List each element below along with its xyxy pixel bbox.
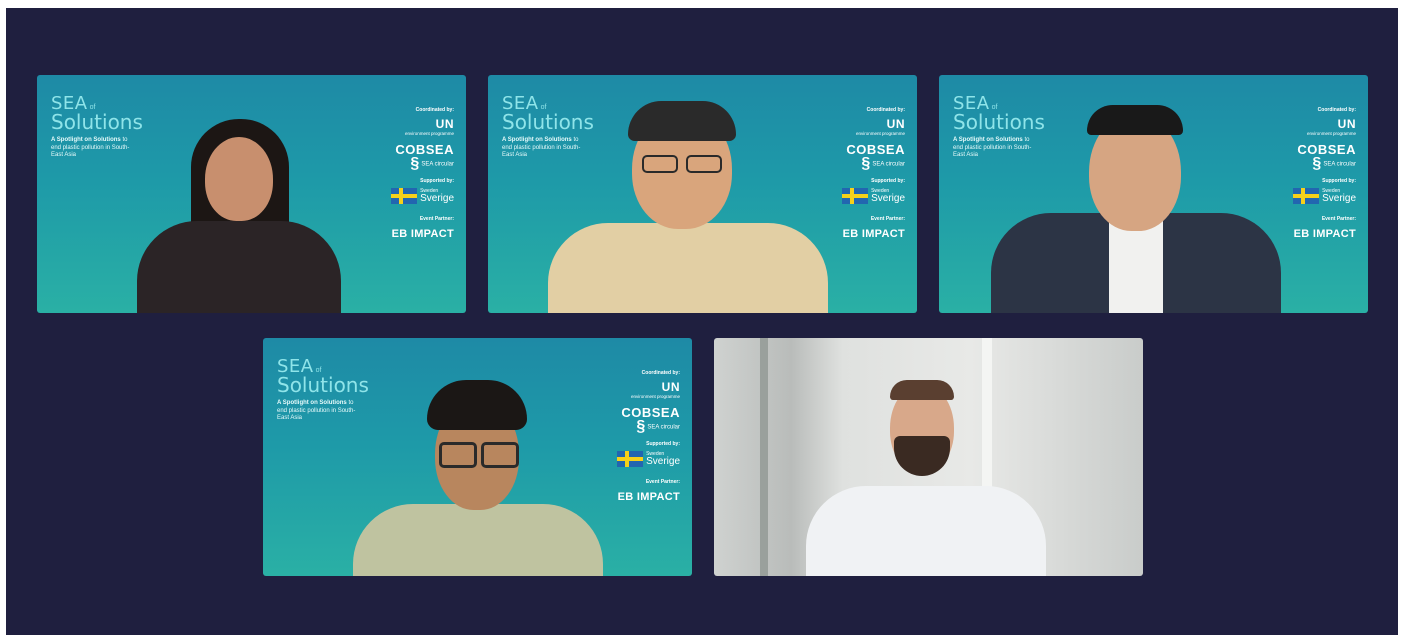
participant-video-3 <box>991 99 1281 313</box>
video-tile-3[interactable]: SEA of Solutions A Spotlight on Solutions… <box>939 75 1368 313</box>
sweden-logo: Sweden Sverige <box>374 187 454 204</box>
un-logo: UN <box>1337 117 1356 131</box>
video-tile-4[interactable]: SEA of Solutions A Spotlight on Solutions… <box>263 338 692 576</box>
coordinated-label: Coordinated by: <box>641 370 680 376</box>
tagline-bold: A Spotlight on Solutions <box>277 400 347 406</box>
sea-circular-logo: § SEA circular <box>600 419 680 435</box>
sea-circular-logo: § SEA circular <box>1276 156 1356 172</box>
supported-label: Supported by: <box>646 440 680 447</box>
video-tile-1[interactable]: SEA of Solutions A Spotlight on Solutions… <box>37 75 466 313</box>
eb-impact-logo: EB IMPACT <box>842 227 905 240</box>
participant-video-1 <box>135 119 345 313</box>
supported-label: Supported by: <box>420 177 454 184</box>
sverige-text: Sverige <box>871 192 905 204</box>
office-door <box>760 338 768 576</box>
eb-impact-logo: EB IMPACT <box>391 227 454 240</box>
video-grid: SEA of Solutions A Spotlight on Solutions… <box>6 8 1398 635</box>
event-partner-label: Event Partner: <box>870 215 905 222</box>
swedish-flag-icon <box>1293 187 1320 204</box>
swedish-flag-icon <box>617 450 644 467</box>
glasses <box>439 442 477 468</box>
video-tile-2[interactable]: SEA of Solutions A Spotlight on Solutions… <box>488 75 917 313</box>
un-sub: environment programme <box>855 131 905 136</box>
sea-circular-logo: § SEA circular <box>825 156 905 172</box>
un-sub: environment programme <box>1306 131 1356 136</box>
sea-circular-text: SEA circular <box>647 424 680 431</box>
sweden-logo: Sweden Sverige <box>1276 187 1356 204</box>
sea-circular-icon: § <box>636 418 646 435</box>
participant-video-5 <box>806 380 1046 576</box>
event-partner-label: Event Partner: <box>645 478 680 485</box>
swedish-flag-icon <box>842 187 869 204</box>
eb-impact-logo: EB IMPACT <box>617 490 680 503</box>
sverige-text: Sverige <box>420 192 454 204</box>
coordinated-label: Coordinated by: <box>415 107 454 113</box>
sea-circular-icon: § <box>861 155 871 172</box>
sea-circular-text: SEA circular <box>1323 161 1356 168</box>
sea-circular-icon: § <box>410 155 420 172</box>
participant-video-2 <box>548 95 828 313</box>
un-sub: environment programme <box>630 394 680 399</box>
event-partner-label: Event Partner: <box>1321 215 1356 222</box>
logo-solutions: Solutions <box>51 110 143 134</box>
sea-circular-icon: § <box>1312 155 1322 172</box>
sponsor-panel: Coordinated by: UN environment programme… <box>825 107 905 240</box>
sea-of-solutions-logo: SEA of Solutions <box>51 93 143 134</box>
eb-impact-logo: EB IMPACT <box>1293 227 1356 240</box>
sea-circular-logo: § SEA circular <box>374 156 454 172</box>
sea-circular-text: SEA circular <box>872 161 905 168</box>
tagline-bold: A Spotlight on Solutions <box>51 137 121 143</box>
un-logo: UN <box>886 117 905 131</box>
sverige-text: Sverige <box>1322 192 1356 204</box>
sweden-logo: Sweden Sverige <box>600 450 680 467</box>
swedish-flag-icon <box>391 187 418 204</box>
tagline: A Spotlight on Solutions to end plastic … <box>51 137 139 160</box>
participant-video-4 <box>353 380 603 576</box>
sponsor-panel: Coordinated by: UN environment programme… <box>1276 107 1356 240</box>
un-logo: UN <box>435 117 454 131</box>
supported-label: Supported by: <box>871 177 905 184</box>
sponsor-panel: Coordinated by: UN environment programme… <box>600 370 680 503</box>
sponsor-panel: Coordinated by: UN environment programme… <box>374 107 454 240</box>
video-tile-5[interactable] <box>714 338 1143 576</box>
event-partner-label: Event Partner: <box>419 215 454 222</box>
sea-circular-text: SEA circular <box>421 161 454 168</box>
un-logo: UN <box>661 380 680 394</box>
un-sub: environment programme <box>404 131 454 136</box>
tagline: A Spotlight on Solutions to end plastic … <box>277 400 365 423</box>
sverige-text: Sverige <box>646 455 680 467</box>
supported-label: Supported by: <box>1322 177 1356 184</box>
glasses <box>642 155 678 173</box>
sweden-logo: Sweden Sverige <box>825 187 905 204</box>
coordinated-label: Coordinated by: <box>1317 107 1356 113</box>
coordinated-label: Coordinated by: <box>866 107 905 113</box>
